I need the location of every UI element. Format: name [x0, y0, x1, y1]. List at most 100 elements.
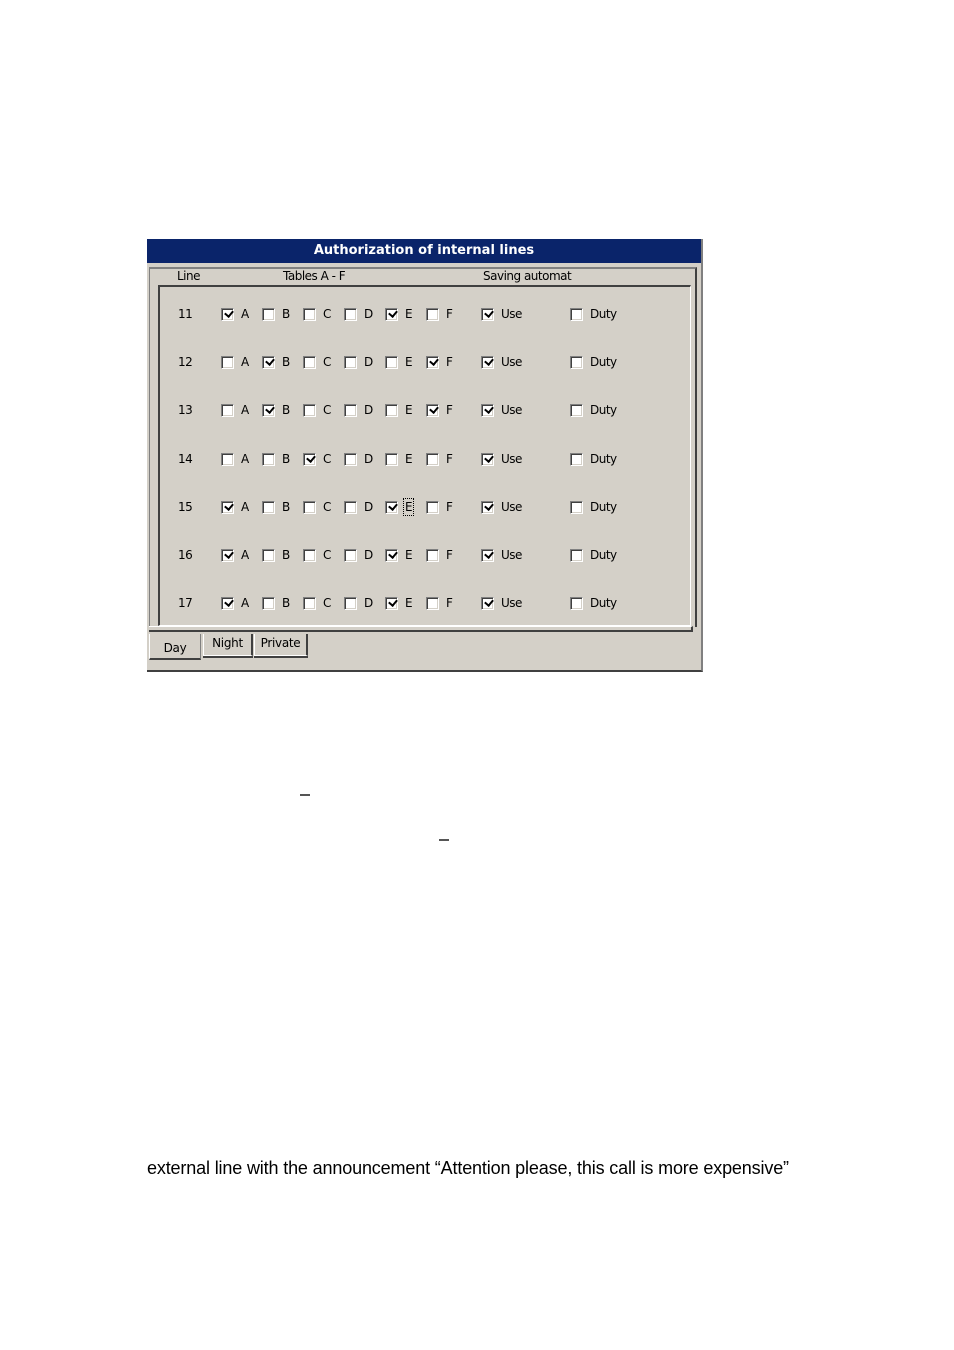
table-a-checkbox[interactable]: A	[221, 402, 250, 418]
table-d-checkbox[interactable]: D	[344, 354, 374, 370]
table-b-checkbox[interactable]: B	[262, 354, 291, 370]
use-checkbox[interactable]: Use	[481, 402, 523, 418]
checkbox-unchecked[interactable]	[344, 548, 357, 562]
tab-private[interactable]: Private	[254, 634, 308, 658]
use-checkbox[interactable]: Use	[481, 306, 523, 322]
tab-night[interactable]: Night	[203, 634, 253, 658]
checkbox-checked[interactable]	[481, 596, 494, 610]
checkbox-unchecked[interactable]	[426, 307, 439, 321]
checkbox-unchecked[interactable]	[303, 355, 316, 369]
checkbox-unchecked[interactable]	[385, 355, 398, 369]
table-b-checkbox[interactable]: B	[262, 595, 291, 611]
checkbox-checked[interactable]	[481, 452, 494, 466]
checkbox-checked[interactable]	[481, 500, 494, 514]
checkbox-unchecked[interactable]	[570, 355, 583, 369]
table-c-checkbox[interactable]: C	[303, 354, 332, 370]
checkbox-checked[interactable]	[221, 500, 234, 514]
table-e-checkbox[interactable]: E	[385, 306, 413, 322]
checkbox-unchecked[interactable]	[570, 500, 583, 514]
use-checkbox[interactable]: Use	[481, 499, 523, 515]
table-d-checkbox[interactable]: D	[344, 306, 374, 322]
checkbox-checked[interactable]	[385, 548, 398, 562]
checkbox-unchecked[interactable]	[385, 403, 398, 417]
table-f-checkbox[interactable]: F	[426, 595, 453, 611]
checkbox-checked[interactable]	[426, 355, 439, 369]
use-checkbox[interactable]: Use	[481, 595, 523, 611]
table-a-checkbox[interactable]: A	[221, 595, 250, 611]
checkbox-checked[interactable]	[221, 596, 234, 610]
duty-checkbox[interactable]: Duty	[570, 402, 618, 418]
use-checkbox[interactable]: Use	[481, 451, 523, 467]
checkbox-unchecked[interactable]	[221, 452, 234, 466]
checkbox-unchecked[interactable]	[303, 596, 316, 610]
duty-checkbox[interactable]: Duty	[570, 595, 618, 611]
checkbox-unchecked[interactable]	[570, 403, 583, 417]
table-c-checkbox[interactable]: C	[303, 451, 332, 467]
checkbox-unchecked[interactable]	[262, 548, 275, 562]
checkbox-unchecked[interactable]	[426, 452, 439, 466]
use-checkbox[interactable]: Use	[481, 354, 523, 370]
table-c-checkbox[interactable]: C	[303, 547, 332, 563]
checkbox-unchecked[interactable]	[262, 596, 275, 610]
tab-day[interactable]: Day	[149, 634, 201, 660]
table-d-checkbox[interactable]: D	[344, 499, 374, 515]
checkbox-unchecked[interactable]	[385, 452, 398, 466]
checkbox-checked[interactable]	[262, 355, 275, 369]
table-d-checkbox[interactable]: D	[344, 547, 374, 563]
table-a-checkbox[interactable]: A	[221, 451, 250, 467]
checkbox-checked[interactable]	[481, 548, 494, 562]
checkbox-unchecked[interactable]	[344, 500, 357, 514]
checkbox-unchecked[interactable]	[221, 355, 234, 369]
checkbox-unchecked[interactable]	[570, 596, 583, 610]
table-f-checkbox[interactable]: F	[426, 547, 453, 563]
table-e-checkbox[interactable]: E	[385, 595, 413, 611]
checkbox-checked[interactable]	[481, 307, 494, 321]
table-f-checkbox[interactable]: F	[426, 451, 453, 467]
checkbox-unchecked[interactable]	[426, 596, 439, 610]
checkbox-unchecked[interactable]	[426, 548, 439, 562]
table-a-checkbox[interactable]: A	[221, 306, 250, 322]
checkbox-unchecked[interactable]	[344, 596, 357, 610]
table-c-checkbox[interactable]: C	[303, 402, 332, 418]
table-c-checkbox[interactable]: C	[303, 595, 332, 611]
table-a-checkbox[interactable]: A	[221, 499, 250, 515]
checkbox-checked[interactable]	[426, 403, 439, 417]
table-f-checkbox[interactable]: F	[426, 402, 453, 418]
checkbox-checked[interactable]	[303, 452, 316, 466]
checkbox-checked[interactable]	[481, 403, 494, 417]
checkbox-unchecked[interactable]	[570, 548, 583, 562]
checkbox-unchecked[interactable]	[570, 452, 583, 466]
table-e-checkbox[interactable]: E	[385, 498, 415, 516]
checkbox-unchecked[interactable]	[426, 500, 439, 514]
table-e-checkbox[interactable]: E	[385, 402, 413, 418]
table-b-checkbox[interactable]: B	[262, 402, 291, 418]
table-e-checkbox[interactable]: E	[385, 451, 413, 467]
checkbox-unchecked[interactable]	[262, 307, 275, 321]
table-c-checkbox[interactable]: C	[303, 499, 332, 515]
table-d-checkbox[interactable]: D	[344, 402, 374, 418]
duty-checkbox[interactable]: Duty	[570, 354, 618, 370]
checkbox-unchecked[interactable]	[303, 403, 316, 417]
table-b-checkbox[interactable]: B	[262, 306, 291, 322]
duty-checkbox[interactable]: Duty	[570, 547, 618, 563]
table-d-checkbox[interactable]: D	[344, 451, 374, 467]
checkbox-checked[interactable]	[262, 403, 275, 417]
checkbox-checked[interactable]	[385, 500, 398, 514]
duty-checkbox[interactable]: Duty	[570, 499, 618, 515]
checkbox-unchecked[interactable]	[221, 403, 234, 417]
checkbox-unchecked[interactable]	[344, 355, 357, 369]
checkbox-unchecked[interactable]	[344, 307, 357, 321]
table-c-checkbox[interactable]: C	[303, 306, 332, 322]
checkbox-unchecked[interactable]	[570, 307, 583, 321]
table-b-checkbox[interactable]: B	[262, 547, 291, 563]
table-f-checkbox[interactable]: F	[426, 306, 453, 322]
checkbox-unchecked[interactable]	[262, 500, 275, 514]
table-f-checkbox[interactable]: F	[426, 499, 453, 515]
checkbox-checked[interactable]	[221, 307, 234, 321]
table-a-checkbox[interactable]: A	[221, 354, 250, 370]
checkbox-unchecked[interactable]	[303, 548, 316, 562]
checkbox-checked[interactable]	[481, 355, 494, 369]
table-e-checkbox[interactable]: E	[385, 547, 413, 563]
checkbox-unchecked[interactable]	[344, 452, 357, 466]
duty-checkbox[interactable]: Duty	[570, 306, 618, 322]
